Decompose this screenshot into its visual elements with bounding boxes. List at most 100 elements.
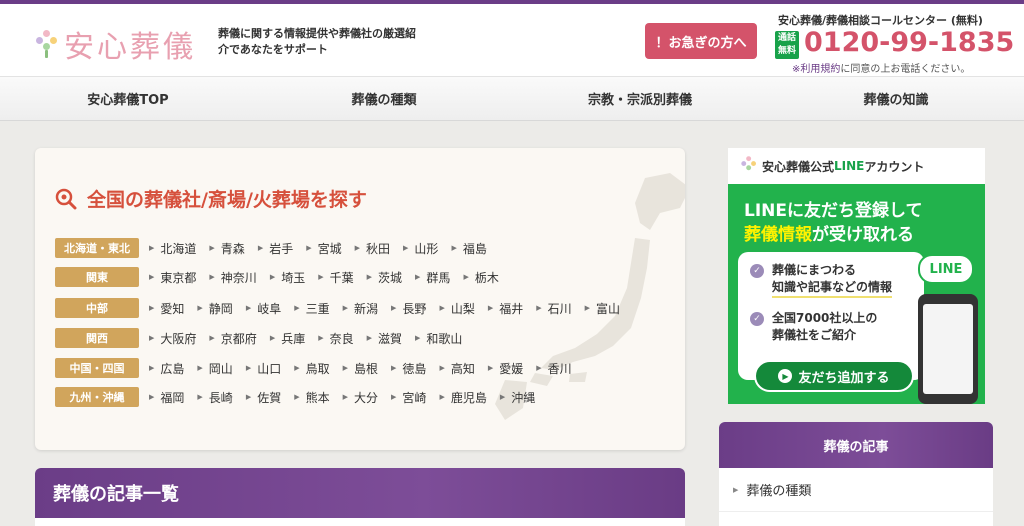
- prefecture-link[interactable]: 静岡: [197, 300, 233, 317]
- region-tag[interactable]: 関東: [55, 267, 139, 287]
- line-headline-rest: が受け取れる: [812, 225, 914, 245]
- line-add-friend-button[interactable]: ▶ 友だち追加する: [754, 360, 914, 392]
- line-benefit-2: ✓ 全国7000社以上の 葬儀社をご紹介: [750, 310, 877, 344]
- prefecture-link[interactable]: 滋賀: [367, 330, 402, 347]
- prefecture-link[interactable]: 山形: [403, 240, 438, 257]
- search-icon: [55, 188, 77, 209]
- search-title-text: 全国の葬儀社/斎場/火葬場を探す: [87, 189, 367, 211]
- search-card: 全国の葬儀社/斎場/火葬場を探す 北海道・東北北海道青森岩手宮城秋田山形福島関東…: [35, 148, 685, 450]
- line-bubble: LINE: [918, 254, 974, 284]
- prefecture-link[interactable]: 徳島: [391, 360, 426, 377]
- region-tag[interactable]: 中部: [55, 298, 139, 318]
- line-add-friend-label: 友だち追加する: [798, 370, 890, 386]
- prefecture-link[interactable]: 佐賀: [246, 389, 281, 406]
- prefecture-link[interactable]: 兵庫: [270, 330, 305, 347]
- prefecture-link[interactable]: 群馬: [415, 269, 450, 286]
- prefecture-link[interactable]: 新潟: [343, 300, 378, 317]
- play-icon: ▶: [778, 369, 793, 383]
- prefecture-link[interactable]: 愛知: [149, 300, 184, 317]
- region-tag[interactable]: 関西: [55, 328, 139, 348]
- prefecture-link[interactable]: 富山: [585, 300, 620, 317]
- prefecture-link[interactable]: 高知: [439, 360, 475, 377]
- prefecture-link[interactable]: 宮城: [306, 240, 342, 257]
- prefecture-link[interactable]: 埼玉: [270, 269, 305, 286]
- region-tag[interactable]: 中国・四国: [55, 358, 139, 378]
- nav-item-top[interactable]: 安心葬儀TOP: [0, 77, 256, 120]
- global-nav: 安心葬儀TOP 葬儀の種類 宗教・宗派別葬儀 葬儀の知識: [0, 76, 1024, 121]
- region-row: 関東東京都神奈川埼玉千葉茨城群馬栃木: [55, 267, 512, 287]
- prefecture-link[interactable]: 宮崎: [391, 389, 426, 406]
- prefecture-link[interactable]: 福岡: [149, 389, 184, 406]
- prefecture-link[interactable]: 鳥取: [294, 360, 330, 377]
- line-benefit-2-line2: 葬儀社をご紹介: [772, 328, 857, 342]
- site-logo[interactable]: 安心葬儀: [36, 22, 196, 66]
- prefecture-link[interactable]: 熊本: [294, 389, 330, 406]
- prefecture-link[interactable]: 北海道: [149, 240, 196, 257]
- prefecture-link[interactable]: 神奈川: [209, 269, 257, 286]
- region-row: 九州・沖縄福岡長崎佐賀熊本大分宮崎鹿児島沖縄: [55, 387, 548, 407]
- search-title: 全国の葬儀社/斎場/火葬場を探す: [55, 185, 367, 212]
- prefecture-link[interactable]: 栃木: [463, 269, 499, 286]
- prefecture-link[interactable]: 岡山: [197, 360, 233, 377]
- prefecture-link[interactable]: 鹿児島: [439, 389, 487, 406]
- callcenter-label: 安心葬儀/葬儀相談コールセンター (無料): [778, 14, 983, 27]
- prefecture-link[interactable]: 長崎: [197, 389, 233, 406]
- nav-item-knowledge[interactable]: 葬儀の知識: [768, 77, 1024, 120]
- prefecture-link[interactable]: 山口: [246, 360, 281, 377]
- phone-number[interactable]: 0120-99-1835: [804, 27, 1014, 58]
- region-tag[interactable]: 九州・沖縄: [55, 387, 139, 407]
- logo-text: 安心葬儀: [64, 30, 196, 65]
- line-header-prefix: 安心葬儀公式: [762, 159, 835, 174]
- prefecture-link[interactable]: 京都府: [209, 330, 257, 347]
- flower-logo-icon: [741, 156, 756, 176]
- prefecture-link[interactable]: 東京都: [149, 269, 196, 286]
- prefecture-link[interactable]: 福井: [488, 300, 523, 317]
- prefecture-link[interactable]: 三重: [294, 300, 330, 317]
- site-header: 安心葬儀 葬儀に関する情報提供や葬儀社の厳選紹介であなたをサポート ！お急ぎの方…: [0, 4, 1024, 76]
- prefecture-link[interactable]: 長野: [391, 300, 426, 317]
- line-banner-body: LINEに友だち登録して 葬儀情報が受け取れる ✓ 葬儀にまつわる知識や記事など…: [728, 184, 985, 404]
- nav-item-funeral-types[interactable]: 葬儀の種類: [256, 77, 512, 120]
- prefecture-link[interactable]: 大阪府: [149, 330, 196, 347]
- prefecture-link[interactable]: 島根: [343, 360, 378, 377]
- prefecture-link[interactable]: 愛媛: [488, 360, 523, 377]
- prefecture-link[interactable]: 茨城: [367, 269, 402, 286]
- line-banner[interactable]: 安心葬儀公式 LINE アカウント LINEに友だち登録して 葬儀情報が受け取れる …: [728, 148, 985, 404]
- line-banner-header: 安心葬儀公式 LINE アカウント: [728, 148, 985, 184]
- prefecture-link[interactable]: 山梨: [439, 300, 475, 317]
- prefecture-link[interactable]: 岩手: [258, 240, 293, 257]
- phone-note: ※利用規約に同意の上お電話ください。: [792, 60, 970, 75]
- phone-note-text: に同意の上お電話ください。: [840, 64, 971, 75]
- region-row: 中国・四国広島岡山山口鳥取島根徳島高知愛媛香川: [55, 358, 585, 378]
- nav-item-religion[interactable]: 宗教・宗派別葬儀: [512, 77, 768, 120]
- prefecture-link[interactable]: 石川: [536, 300, 572, 317]
- sidebar-articles-heading: 葬儀の記事: [719, 422, 993, 468]
- prefecture-link[interactable]: 青森: [209, 240, 245, 257]
- line-headline-1: LINEに友だち登録して: [744, 201, 923, 221]
- line-benefit-1-line1: 葬儀にまつわる: [772, 263, 857, 277]
- prefecture-link[interactable]: 香川: [536, 360, 572, 377]
- prefecture-link[interactable]: 奈良: [318, 330, 354, 347]
- region-row: 中部愛知静岡岐阜三重新潟長野山梨福井石川富山: [55, 298, 633, 318]
- prefecture-link[interactable]: 広島: [149, 360, 184, 377]
- line-headline-highlight: 葬儀情報: [744, 225, 812, 245]
- line-benefit-1: ✓ 葬儀にまつわる知識や記事などの情報: [750, 262, 893, 298]
- prefecture-link[interactable]: 沖縄: [500, 389, 535, 406]
- prefecture-link[interactable]: 大分: [343, 389, 378, 406]
- prefecture-link[interactable]: 和歌山: [415, 330, 462, 347]
- check-icon: ✓: [750, 312, 764, 326]
- region-tag[interactable]: 北海道・東北: [55, 238, 139, 258]
- prefecture-link[interactable]: 岐阜: [246, 300, 281, 317]
- smartphone-icon: [918, 294, 978, 404]
- region-row: 関西大阪府京都府兵庫奈良滋賀和歌山: [55, 328, 475, 348]
- line-headline-2: 葬儀情報が受け取れる: [744, 220, 914, 245]
- terms-link[interactable]: ※利用規約: [792, 64, 840, 75]
- prefecture-link[interactable]: 秋田: [355, 240, 390, 257]
- prefecture-link[interactable]: 千葉: [318, 269, 354, 286]
- check-icon: ✓: [750, 264, 764, 278]
- urgent-button[interactable]: ！お急ぎの方へ: [645, 23, 757, 59]
- prefecture-link[interactable]: 福島: [451, 240, 487, 257]
- line-benefit-1-line2: 知識や記事などの情報: [772, 279, 893, 298]
- sidebar-item-funeral-types[interactable]: 葬儀の種類: [719, 468, 993, 512]
- free-call-badge: 通話無料: [775, 31, 799, 59]
